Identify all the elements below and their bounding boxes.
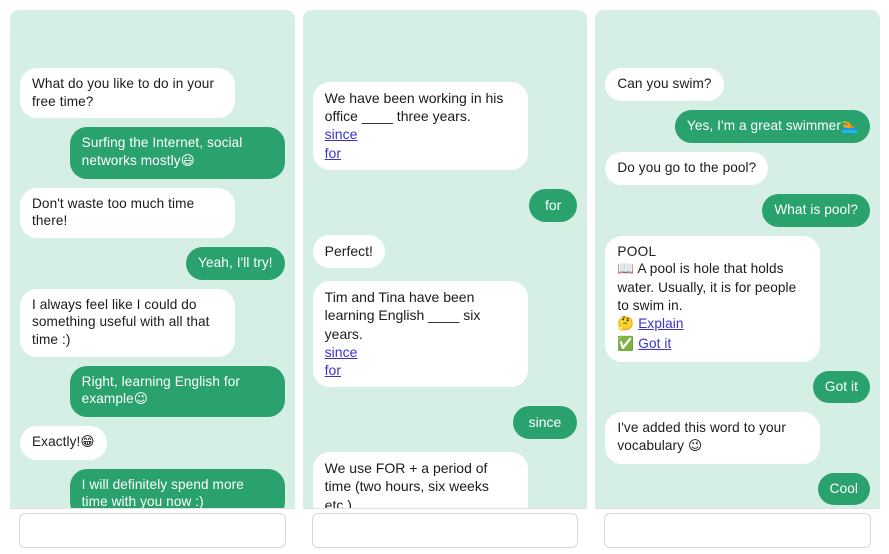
message-row: Right, learning English for example😉 [20,365,285,418]
message-row: POOL 📖 A pool is hole that holds water. … [605,235,870,362]
exercise-sentence: We have been working in his office ____ … [324,90,504,125]
message-row: Yeah, I'll try! [20,247,285,280]
message-row: for [313,188,578,222]
outgoing-bubble[interactable]: Yeah, I'll try! [186,247,285,280]
definition-text: A pool is hole that holds water. Usually… [617,261,797,313]
message-list-pool[interactable]: Can you swim? Yes, I'm a great swimmer🏊 … [595,10,880,554]
check-mark-icon: ✅ [617,336,635,353]
message-row: What do you like to do in your free time… [20,68,285,119]
got-it-action[interactable]: ✅ Got it [617,335,808,354]
top-spacer [605,10,870,68]
bubble-text: Exactly! [32,434,81,450]
outgoing-bubble[interactable]: Yes, I'm a great swimmer🏊 [674,109,871,144]
message-row: Yes, I'm a great swimmer🏊 [605,109,871,144]
explain-link[interactable]: Explain [638,316,683,331]
winking-face-icon: 😉 [687,438,703,455]
message-input[interactable] [19,513,286,548]
outgoing-bubble[interactable]: Got it [812,370,871,404]
composer-bar [10,508,295,554]
message-row: I always feel like I could do something … [20,288,285,357]
chat-panel-pool: Can you swim? Yes, I'm a great swimmer🏊 … [595,10,881,554]
swimmer-icon: 🏊 [840,117,859,134]
outgoing-bubble[interactable]: Cool [817,472,871,506]
chat-panel-free-time: What do you like to do in your free time… [10,10,295,554]
incoming-bubble[interactable]: I've added this word to your vocabulary … [605,412,821,464]
incoming-bubble[interactable]: What do you like to do in your free time… [20,68,235,119]
message-row: Don't waste too much time there! [20,187,285,239]
outgoing-bubble[interactable]: What is pool? [762,194,871,227]
top-spacer [313,10,578,82]
composer-bar [302,508,588,554]
bubble-text: Surfing the Internet, social networks mo… [81,135,243,169]
definition-line: 📖 A pool is hole that holds water. Usual… [617,260,808,314]
open-book-icon: 📖 [617,261,635,278]
answer-option-for[interactable]: for [325,144,516,162]
thinking-face-icon: 🤔 [617,316,635,333]
message-row: What is pool? [605,194,871,227]
incoming-bubble[interactable]: Exactly!😁 [20,426,107,460]
message-row: Exactly!😁 [20,426,285,460]
answer-option-since[interactable]: since [325,343,516,361]
outgoing-bubble[interactable]: for [529,188,578,222]
outgoing-bubble[interactable]: since [512,406,578,440]
message-row: Tim and Tina have been learning English … [312,281,578,388]
got-it-link[interactable]: Got it [638,336,671,351]
message-row: Got it [605,370,871,404]
exercise-bubble[interactable]: Tim and Tina have been learning English … [312,281,528,388]
word-definition-card[interactable]: POOL 📖 A pool is hole that holds water. … [605,235,821,362]
incoming-bubble[interactable]: Perfect! [312,234,385,269]
message-row: I've added this word to your vocabulary … [605,412,870,464]
message-row: Can you swim? [605,68,870,101]
message-row: We have been working in his office ____ … [312,82,578,170]
message-input[interactable] [311,513,579,548]
grinning-face-icon: 😃 [180,153,195,170]
bubble-text: Yes, I'm a great swimmer [686,117,841,133]
message-row: Do you go to the pool? [605,152,870,186]
incoming-bubble[interactable]: Don't waste too much time there! [20,187,235,239]
message-row: Surfing the Internet, social networks mo… [20,127,285,179]
incoming-bubble[interactable]: Can you swim? [605,68,724,101]
answer-option-for[interactable]: for [325,361,516,379]
word-title: POOL [617,243,657,259]
message-input[interactable] [604,513,872,548]
top-spacer [20,10,285,68]
explain-action[interactable]: 🤔 Explain [617,315,808,334]
message-row: Cool [605,472,871,506]
incoming-bubble[interactable]: Do you go to the pool? [605,152,769,186]
beaming-face-icon: 😁 [80,434,95,451]
answer-option-since[interactable]: since [325,125,516,143]
chat-screens-container: What do you like to do in your free time… [0,0,889,554]
message-list-free-time[interactable]: What do you like to do in your free time… [10,10,295,554]
chat-panel-since-for: We have been working in his office ____ … [302,10,588,554]
bubble-text: Right, learning English for example [81,373,241,407]
composer-bar [595,508,881,554]
winking-face-icon: 😉 [133,391,149,408]
incoming-bubble[interactable]: I always feel like I could do something … [20,288,235,357]
message-row: Perfect! [312,234,578,269]
outgoing-bubble[interactable]: Surfing the Internet, social networks mo… [69,127,285,179]
exercise-bubble[interactable]: We have been working in his office ____ … [312,82,528,170]
message-list-since-for[interactable]: We have been working in his office ____ … [303,10,588,554]
exercise-sentence: Tim and Tina have been learning English … [324,289,481,342]
message-row: since [313,406,578,440]
outgoing-bubble[interactable]: Right, learning English for example😉 [69,365,285,418]
